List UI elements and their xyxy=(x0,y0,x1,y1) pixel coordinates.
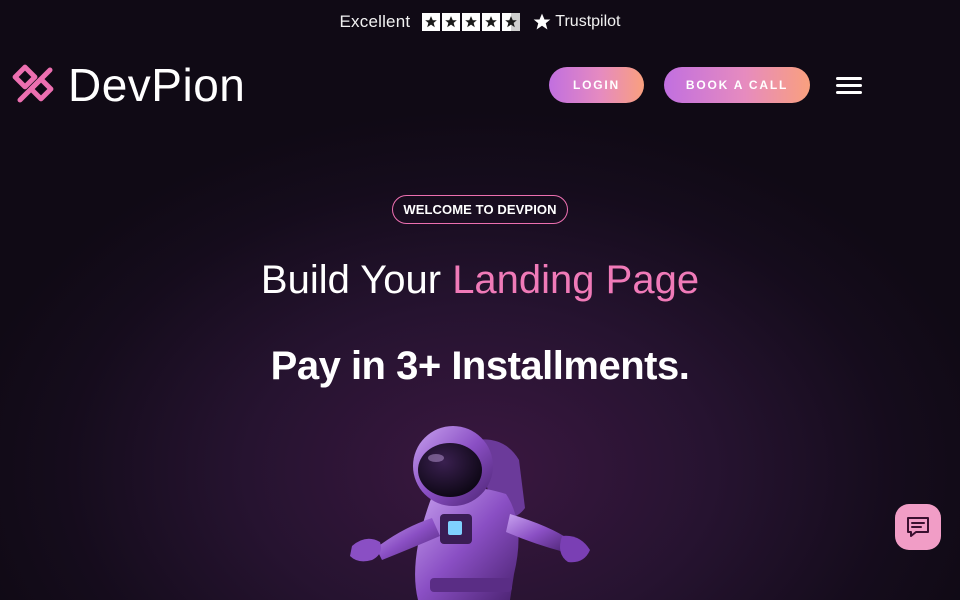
trustpilot-rating-label: Excellent xyxy=(339,12,411,31)
hamburger-menu-icon[interactable] xyxy=(836,72,866,98)
book-a-call-button[interactable]: BOOK A CALL xyxy=(664,67,810,103)
menu-bar xyxy=(836,90,862,94)
star-icon xyxy=(442,13,461,31)
logo-text: DevPion xyxy=(68,59,246,111)
trustpilot-star-icon xyxy=(533,13,551,30)
menu-bar xyxy=(836,76,862,80)
login-button[interactable]: LOGIN xyxy=(549,67,644,103)
logo[interactable]: DevPion xyxy=(12,62,245,108)
star-icon xyxy=(482,13,501,31)
star-icon xyxy=(462,13,481,31)
welcome-badge: WELCOME TO DEVPION xyxy=(392,195,568,224)
star-icon xyxy=(422,13,441,31)
astronaut-illustration xyxy=(350,426,590,600)
chat-button[interactable] xyxy=(895,504,941,550)
chat-bubble-icon xyxy=(907,517,929,537)
headline-plain: Build Your xyxy=(260,258,453,302)
site-header: DevPion LOGIN BOOK A CALL xyxy=(0,56,960,116)
trustpilot-bar: Excellent Trustpilot xyxy=(0,0,960,44)
half-star-icon xyxy=(502,13,521,31)
menu-bar xyxy=(836,83,862,87)
trustpilot-brand-text: Trustpilot xyxy=(555,13,621,30)
hero-subheadline: Pay in 3+ Installments. xyxy=(270,344,690,388)
devpion-logo-icon xyxy=(12,64,54,103)
headline-highlight: Landing Page xyxy=(452,258,700,302)
hero-headline: Build Your Landing Page xyxy=(0,254,960,306)
trustpilot-logo[interactable]: Trustpilot xyxy=(532,12,620,32)
trustpilot-stars xyxy=(422,13,521,31)
